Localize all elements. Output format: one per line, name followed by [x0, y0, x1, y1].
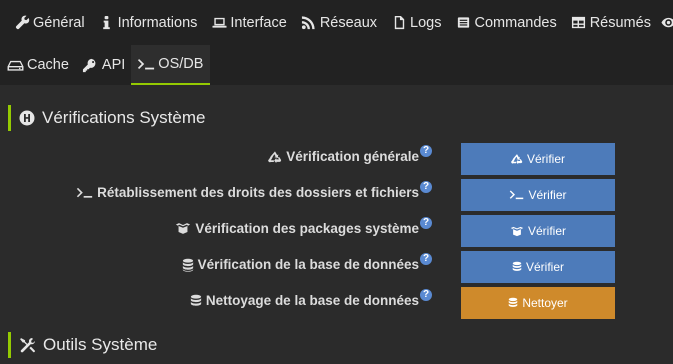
verify-permissions-button-label: Vérifier — [528, 188, 567, 202]
database-icon — [512, 261, 522, 273]
recycle-icon — [268, 150, 282, 164]
section-title-verifications: Vérifications Système — [8, 105, 205, 131]
tab-resumes-label: Résumés — [589, 14, 651, 31]
wrench-icon — [14, 15, 30, 31]
help-icon[interactable]: ? — [420, 145, 432, 157]
verify-general-button-label: Vérifier — [526, 152, 565, 166]
tab-cache[interactable]: Cache — [0, 45, 75, 85]
tab-os-db[interactable]: OS/DB — [131, 45, 211, 85]
box-icon — [175, 222, 191, 235]
tab-os-db-label: OS/DB — [158, 56, 204, 72]
file-icon — [391, 15, 407, 31]
tab-interface[interactable]: Interface — [203, 0, 292, 45]
tab-general-label: Général — [33, 14, 85, 31]
tab-resumes[interactable]: Résumés — [563, 0, 657, 45]
database-icon — [508, 297, 518, 309]
info-icon — [99, 15, 115, 31]
hospital-icon — [19, 110, 35, 126]
clean-database-button[interactable]: Nettoyer — [461, 287, 615, 319]
tab-informations[interactable]: Informations — [91, 0, 204, 45]
tab-informations-label: Informations — [117, 14, 198, 31]
row-label-verification-base-donnees: Vérification de la base de données — [197, 257, 419, 272]
row-verification-generale: Vérification générale ? Vérifier — [0, 143, 673, 177]
tab-commandes[interactable]: Commandes — [448, 0, 563, 45]
recycle-icon — [511, 153, 523, 165]
tab-reseaux-label: Réseaux — [319, 14, 378, 31]
row-verification-base-donnees: Vérification de la base de données ? Vér… — [0, 251, 673, 285]
top-nav: Général Informations Interface Réseaux L… — [0, 0, 673, 45]
eye-icon — [661, 15, 673, 31]
list-icon — [456, 15, 472, 31]
sub-nav: Cache API OS/DB — [0, 45, 673, 85]
help-icon[interactable]: ? — [420, 253, 432, 265]
verify-general-button[interactable]: Vérifier — [461, 143, 615, 175]
section-title-outils-label: Outils Système — [43, 335, 158, 354]
help-icon[interactable]: ? — [420, 289, 432, 301]
tools-icon — [19, 337, 36, 354]
tab-api-label: API — [101, 57, 126, 73]
tab-cache-label: Cache — [27, 57, 69, 73]
row-retablissement-droits: Rétablissement des droits des dossiers e… — [0, 179, 673, 213]
tab-api[interactable]: API — [75, 45, 131, 85]
clean-database-button-label: Nettoyer — [522, 296, 568, 310]
table-icon — [571, 15, 587, 31]
verify-database-button[interactable]: Vérifier — [461, 251, 615, 283]
terminal-icon — [137, 56, 155, 72]
tab-logs[interactable]: Logs — [383, 0, 447, 45]
laptop-icon — [211, 15, 227, 31]
section-title-verifications-label: Vérifications Système — [42, 108, 206, 127]
tab-logs-label: Logs — [410, 14, 442, 31]
database-icon — [190, 294, 202, 308]
section-title-outils: Outils Système — [8, 332, 157, 358]
tab-more[interactable] — [657, 0, 673, 45]
row-label-verification-packages: Vérification des packages système — [195, 221, 419, 236]
key-icon — [81, 57, 99, 73]
row-label-nettoyage-base-donnees: Nettoyage de la base de données — [205, 293, 419, 308]
help-icon[interactable]: ? — [420, 181, 432, 193]
terminal-icon — [76, 186, 93, 200]
tab-general[interactable]: Général — [0, 0, 91, 45]
tab-interface-label: Interface — [230, 14, 287, 31]
verify-packages-button-label: Vérifier — [527, 224, 566, 238]
box-icon — [510, 226, 524, 237]
tab-commandes-label: Commandes — [474, 14, 557, 31]
row-label-verification-generale: Vérification générale — [286, 149, 419, 164]
help-icon[interactable]: ? — [420, 217, 432, 229]
verify-packages-button[interactable]: Vérifier — [461, 215, 615, 247]
verify-permissions-button[interactable]: Vérifier — [461, 179, 615, 211]
hdd-icon — [6, 57, 24, 73]
row-label-retablissement-droits: Rétablissement des droits des dossiers e… — [97, 185, 419, 200]
database-icon — [182, 258, 194, 272]
row-verification-packages: Vérification des packages système ? Véri… — [0, 215, 673, 249]
tab-reseaux[interactable]: Réseaux — [293, 0, 383, 45]
terminal-icon — [509, 189, 524, 201]
rss-icon — [301, 15, 317, 31]
row-nettoyage-base-donnees: Nettoyage de la base de données ? Nettoy… — [0, 287, 673, 321]
verify-database-button-label: Vérifier — [525, 260, 564, 274]
